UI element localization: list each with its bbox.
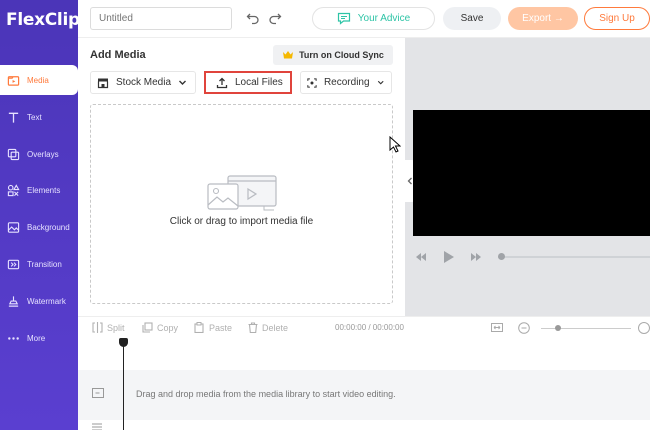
flexclip-logo[interactable]: FlexClip: [6, 10, 80, 30]
media-folder-icon: [6, 73, 20, 87]
tab-recording[interactable]: Recording: [300, 71, 392, 94]
play-icon[interactable]: [443, 251, 454, 263]
cloud-sync-label: Turn on Cloud Sync: [299, 50, 384, 60]
media-panel: Add Media Turn on Cloud Sync Stock Media…: [78, 38, 405, 316]
playhead-handle[interactable]: [119, 338, 128, 347]
sign-up-button[interactable]: Sign Up: [584, 7, 650, 30]
rewind-icon[interactable]: [415, 253, 427, 261]
copy-icon: [142, 322, 153, 333]
sidebar-item-background[interactable]: Background: [0, 212, 78, 242]
chevron-down-icon: [179, 80, 187, 85]
timeline: Drag and drop media from the media libra…: [78, 338, 650, 430]
timeline-time-display: 00:00:00 / 00:00:00: [335, 323, 404, 332]
your-advice-button[interactable]: Your Advice: [312, 7, 435, 30]
paste-button[interactable]: Paste: [194, 322, 232, 333]
sidebar-item-elements[interactable]: Elements: [0, 175, 78, 205]
cloud-sync-button[interactable]: Turn on Cloud Sync: [273, 45, 393, 65]
paste-label: Paste: [209, 322, 233, 333]
more-dots-icon: [6, 331, 20, 345]
text-icon: [6, 110, 20, 124]
watermark-icon: [6, 294, 20, 308]
chat-icon: [337, 12, 350, 25]
playback-progress-bar[interactable]: [498, 253, 650, 260]
crown-icon: [283, 51, 294, 59]
audio-track-icon: [92, 422, 102, 430]
preview-area: [405, 38, 650, 316]
sidebar-item-label: Media: [27, 75, 49, 85]
fit-to-screen-icon[interactable]: [491, 323, 503, 335]
sidebar-item-label: Overlays: [27, 149, 59, 159]
tab-label: Recording: [323, 77, 370, 88]
playhead[interactable]: [123, 338, 124, 430]
trash-icon: [248, 322, 258, 333]
delete-label: Delete: [262, 322, 289, 333]
project-title-input[interactable]: [90, 7, 232, 30]
elements-icon: [6, 183, 20, 197]
sidebar-item-media[interactable]: Media: [0, 65, 78, 95]
split-button[interactable]: Split: [92, 322, 125, 333]
overlays-icon: [6, 147, 20, 161]
dropzone-text: Click or drag to import media file: [169, 216, 314, 227]
zoom-slider-handle[interactable]: [555, 325, 561, 331]
timeline-ruler[interactable]: [78, 338, 650, 370]
media-files-icon: [207, 175, 277, 211]
sidebar: FlexClip Media Text Overlays Elements Ba…: [0, 0, 80, 430]
delete-button[interactable]: Delete: [248, 322, 288, 333]
split-icon: [92, 322, 103, 333]
transition-icon: [6, 257, 20, 271]
chevron-down-icon: [377, 80, 384, 85]
audio-track[interactable]: [78, 420, 650, 430]
tab-label: Local Files: [235, 77, 283, 88]
copy-label: Copy: [157, 322, 179, 333]
player-controls: [415, 250, 650, 264]
timeline-toolbar: Split Copy Paste Delete 00:00:00 / 00:00…: [78, 316, 650, 338]
sidebar-item-watermark[interactable]: Watermark: [0, 286, 78, 316]
sidebar-item-more[interactable]: More: [0, 323, 78, 353]
video-track-icon: [92, 388, 104, 401]
top-toolbar: Your Advice Save Export → Sign Up: [78, 0, 650, 38]
panel-title: Add Media: [90, 49, 146, 61]
sidebar-item-label: Background: [27, 222, 70, 232]
paste-icon: [194, 322, 204, 333]
store-icon: [97, 78, 109, 88]
sidebar-item-label: Transition: [27, 259, 62, 269]
sidebar-item-text[interactable]: Text: [0, 102, 78, 132]
upload-icon: [216, 77, 228, 88]
tab-label: Stock Media: [116, 77, 172, 88]
record-icon: [307, 77, 317, 88]
redo-icon[interactable]: [268, 11, 282, 25]
sidebar-item-label: More: [27, 333, 46, 343]
mouse-cursor-icon: [389, 136, 401, 153]
copy-button[interactable]: Copy: [142, 322, 178, 333]
tab-local-files[interactable]: Local Files: [204, 71, 292, 94]
fast-forward-icon[interactable]: [470, 253, 482, 261]
media-dropzone[interactable]: Click or drag to import media file: [90, 104, 393, 304]
sidebar-item-label: Elements: [27, 185, 61, 195]
timeline-empty-hint: Drag and drop media from the media libra…: [136, 389, 396, 399]
undo-icon[interactable]: [246, 11, 260, 25]
split-label: Split: [107, 322, 125, 333]
zoom-out-icon[interactable]: [518, 322, 530, 337]
sidebar-item-overlays[interactable]: Overlays: [0, 139, 78, 169]
export-button[interactable]: Export →: [508, 7, 578, 30]
video-canvas[interactable]: [413, 110, 650, 236]
sidebar-item-transition[interactable]: Transition: [0, 249, 78, 279]
sidebar-item-label: Text: [27, 112, 42, 122]
save-button[interactable]: Save: [443, 7, 501, 30]
sidebar-item-label: Watermark: [27, 296, 66, 306]
zoom-in-icon[interactable]: [638, 322, 650, 334]
tab-stock-media[interactable]: Stock Media: [90, 71, 196, 94]
background-icon: [6, 220, 20, 234]
advice-label: Your Advice: [357, 13, 411, 24]
